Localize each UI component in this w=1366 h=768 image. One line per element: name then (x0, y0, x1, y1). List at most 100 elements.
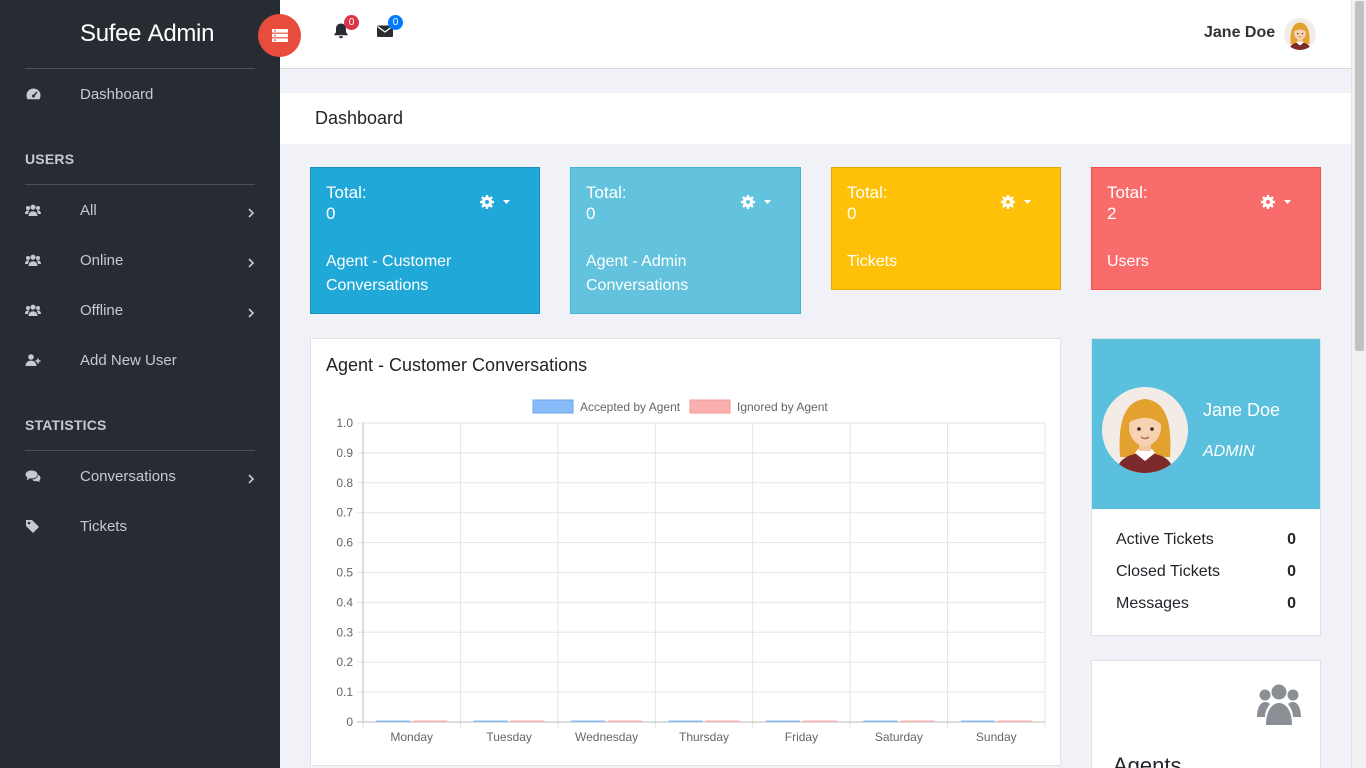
bar (960, 720, 995, 722)
stat-card-admin-conversations: Total: 0 Agent - Admin Conversations (570, 167, 801, 314)
bar (413, 720, 448, 722)
profile-name: Jane Doe (1203, 400, 1281, 420)
sidebar-item-dashboard[interactable]: Dashboard (0, 74, 280, 114)
section-title-users: USERS (25, 151, 75, 167)
sidebar-item-offline[interactable]: Offline (0, 290, 280, 330)
user-avatar[interactable] (1284, 18, 1316, 50)
section-title-statistics: STATISTICS (25, 417, 107, 433)
bar (510, 720, 545, 722)
sidebar: Sufee Admin Dashboard USERS All Online O… (0, 0, 280, 768)
stat-card-tickets: Total: 0 Tickets (831, 167, 1061, 290)
avatar-image (1284, 18, 1316, 50)
profile-stat-row: Messages 0 (1116, 595, 1296, 613)
chevron-right-icon (246, 471, 256, 484)
notifications-badge: 0 (344, 15, 359, 30)
y-tick-label: 0.1 (336, 685, 353, 699)
bar (705, 720, 740, 722)
dashboard-icon (25, 87, 41, 101)
stat-settings-dropdown[interactable] (479, 194, 511, 210)
y-tick-label: 0.9 (336, 446, 353, 460)
x-tick-label: Wednesday (575, 730, 638, 744)
sidebar-item-tickets[interactable]: Tickets (0, 506, 280, 546)
x-tick-label: Tuesday (486, 730, 532, 744)
stat-card-customer-conversations: Total: 0 Agent - Customer Conversations (310, 167, 540, 314)
sidebar-item-all[interactable]: All (0, 190, 280, 230)
y-tick-label: 0.7 (336, 506, 353, 520)
notifications-button[interactable]: 0 (332, 15, 359, 42)
stat-settings-dropdown[interactable] (1000, 194, 1032, 210)
chevron-right-icon (246, 305, 256, 318)
menu-toggle-icon (271, 29, 288, 42)
x-tick-label: Monday (390, 730, 433, 744)
stat-settings-dropdown[interactable] (1260, 194, 1292, 210)
stat-description: Users (1107, 253, 1149, 270)
menu-toggle-button[interactable] (258, 14, 301, 57)
chevron-right-icon (246, 255, 256, 268)
y-tick-label: 0.5 (336, 566, 353, 580)
profile-card: Jane Doe ADMIN Active Tickets 0 Closed T… (1091, 338, 1321, 636)
x-tick-label: Friday (785, 730, 818, 744)
profile-stat-row: Closed Tickets 0 (1116, 563, 1296, 581)
bar (376, 720, 411, 722)
top-header: 0 0 Jane Doe (280, 0, 1351, 69)
sidebar-item-add-user[interactable]: Add New User (0, 340, 280, 380)
bar (802, 720, 837, 722)
users-icon (1257, 684, 1301, 725)
legend-label: Ignored by Agent (737, 400, 828, 414)
bar-chart: Accepted by Agent Ignored by Agent 0 0.1 0.2… (336, 399, 1046, 744)
gear-icon (1001, 195, 1015, 209)
stat-description: Agent - Customer Conversations (326, 253, 452, 294)
y-tick-label: 0.3 (336, 625, 353, 639)
stat-settings-dropdown[interactable] (740, 194, 772, 210)
y-tick-label: 0.6 (336, 536, 353, 550)
users-icon (25, 303, 41, 317)
profile-stat-value: 0 (1287, 531, 1296, 548)
bar (900, 720, 935, 722)
profile-stat-value: 0 (1287, 563, 1296, 580)
users-icon (25, 253, 41, 267)
stat-card-users: Total: 2 Users (1091, 167, 1321, 290)
profile-stat-label: Closed Tickets (1116, 563, 1221, 580)
legend-swatch (532, 399, 574, 414)
user-name[interactable]: Jane Doe (1204, 24, 1275, 42)
page-scrollbar[interactable] (1351, 0, 1366, 768)
sidebar-item-label: Online (80, 251, 124, 269)
caret-down-icon (1024, 200, 1031, 204)
messages-badge: 0 (388, 15, 403, 30)
caret-down-icon (764, 200, 771, 204)
y-tick-label: 0.8 (336, 476, 353, 490)
profile-stat-label: Active Tickets (1116, 531, 1214, 548)
caret-down-icon (503, 200, 510, 204)
stat-description: Agent - Admin Conversations (586, 253, 689, 294)
sidebar-item-label: All (80, 201, 97, 219)
y-tick-label: 0 (346, 715, 353, 729)
divider (25, 68, 255, 69)
sidebar-item-label: Offline (80, 301, 124, 319)
legend-swatch (689, 399, 731, 414)
gear-icon (1261, 195, 1275, 209)
user-plus-icon (25, 353, 41, 367)
profile-stat-row: Active Tickets 0 (1116, 531, 1296, 549)
x-tick-label: Sunday (976, 730, 1017, 744)
sidebar-item-label: Add New User (80, 351, 177, 369)
tags-icon (25, 519, 41, 533)
sidebar-item-label: Dashboard (80, 85, 154, 103)
chevron-right-icon (246, 205, 256, 218)
profile-avatar (1102, 387, 1188, 473)
brand-logo[interactable]: Sufee Admin (80, 20, 214, 48)
profile-header: Jane Doe ADMIN (1092, 339, 1320, 509)
bar (863, 720, 898, 722)
legend-label: Accepted by Agent (580, 400, 681, 414)
page-title: Dashboard (315, 108, 404, 128)
sidebar-item-conversations[interactable]: Conversations (0, 456, 280, 496)
profile-role: ADMIN (1203, 443, 1255, 460)
users-icon (25, 203, 41, 217)
scrollbar-thumb[interactable] (1355, 1, 1364, 351)
y-tick-label: 0.2 (336, 655, 353, 669)
messages-button[interactable]: 0 (376, 15, 403, 42)
y-tick-label: 0.4 (336, 595, 353, 609)
sidebar-item-online[interactable]: Online (0, 240, 280, 280)
agents-title: Agents (1113, 753, 1182, 768)
avatar-image (1102, 387, 1188, 473)
sidebar-item-label: Conversations (80, 467, 176, 485)
